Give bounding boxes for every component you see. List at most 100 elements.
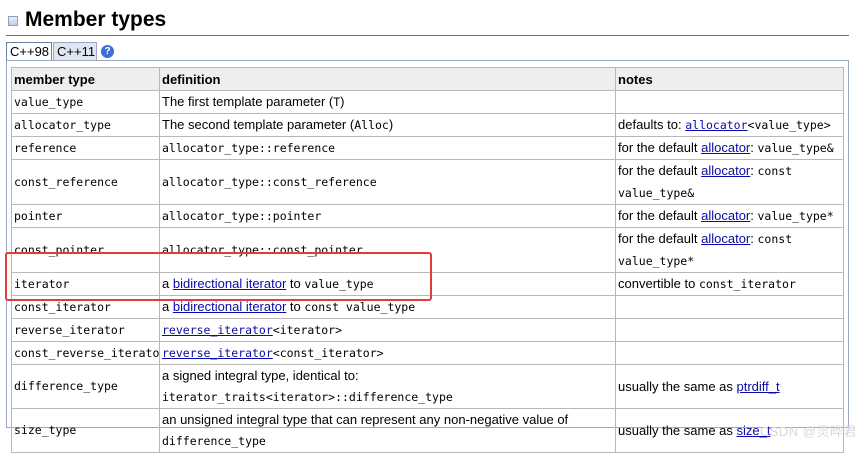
text: for the default: [618, 231, 702, 246]
cell-definition: a signed integral type, identical to: it…: [159, 364, 616, 409]
table-row: pointer allocator_type::pointer for the de…: [11, 204, 844, 228]
cell-member-type: size_type: [11, 408, 160, 453]
reference-link[interactable]: reverse_iterator: [162, 346, 273, 360]
table-row: const_reverse_iterator reverse_iterator<c…: [11, 341, 844, 365]
code-text: Alloc: [354, 118, 389, 132]
code-text: const value_type: [304, 300, 416, 314]
reference-link[interactable]: allocator: [701, 208, 750, 223]
reference-link[interactable]: bidirectional iterator: [173, 299, 286, 314]
cell-member-type: allocator_type: [11, 113, 160, 137]
cell-notes: for the default allocator: const value_t…: [615, 159, 844, 205]
cell-definition: allocator_type::const_reference: [159, 159, 616, 205]
cell-notes: usually the same as ptrdiff_t: [615, 364, 844, 409]
cell-member-type: pointer: [11, 204, 160, 228]
page-title: Member types: [25, 8, 167, 31]
code-text: allocator_type::const_reference: [162, 175, 377, 189]
cell-member-type: iterator: [11, 272, 160, 296]
code-text: <const_iterator>: [272, 346, 384, 360]
cell-notes: [615, 90, 844, 114]
cell-member-type: value_type: [11, 90, 160, 114]
text: convertible to: [618, 276, 699, 291]
text: The second template parameter (: [162, 117, 355, 132]
cell-definition: reverse_iterator<iterator>: [159, 318, 616, 342]
reference-link[interactable]: bidirectional iterator: [173, 276, 286, 291]
cell-member-type: reference: [11, 136, 160, 160]
text: to: [286, 299, 305, 314]
text: ): [340, 94, 345, 109]
cell-notes: [615, 318, 844, 342]
table-row: const_iterator a bidirectional iterator t…: [11, 295, 844, 319]
cell-member-type: reverse_iterator: [11, 318, 160, 342]
text: usually the same as: [618, 379, 737, 394]
cell-notes: convertible to const_iterator: [615, 272, 844, 296]
reference-link[interactable]: allocator: [685, 118, 747, 132]
cell-notes: for the default allocator: const value_t…: [615, 227, 844, 273]
text: for the default: [618, 163, 702, 178]
cell-member-type: const_reverse_iterator: [11, 341, 160, 365]
code-text: <iterator>: [272, 323, 343, 337]
cell-member-type: const_iterator: [11, 295, 160, 319]
cell-notes: [615, 341, 844, 365]
text: to: [286, 276, 305, 291]
text: :: [750, 140, 758, 155]
text: The first template parameter (: [162, 94, 334, 109]
cell-definition: The first template parameter (T): [159, 90, 616, 114]
text: an unsigned integral type that can repre…: [162, 412, 569, 427]
text: :: [750, 163, 758, 178]
cell-definition: reverse_iterator<const_iterator>: [159, 341, 616, 365]
table-row: iterator a bidirectional iterator to valu…: [11, 272, 844, 296]
table-row: value_type The first template parameter (…: [11, 90, 844, 114]
text: :: [750, 208, 758, 223]
column-header-definition: definition: [159, 67, 616, 91]
section-icon: [8, 16, 18, 26]
cell-notes: for the default allocator: value_type&: [615, 136, 844, 160]
column-header-notes: notes: [615, 67, 844, 91]
cell-notes: for the default allocator: value_type*: [615, 204, 844, 228]
code-text: difference_type: [162, 434, 266, 448]
code-text: allocator_type::pointer: [162, 209, 322, 223]
cell-notes: [615, 295, 844, 319]
table-row: const_reference allocator_type::const_ref…: [11, 159, 844, 205]
code-text: iterator_traits<iterator>::difference_ty…: [162, 390, 453, 404]
cell-definition: The second template parameter (Alloc): [159, 113, 616, 137]
help-icon[interactable]: ?: [101, 45, 114, 58]
section-heading: Member types: [6, 8, 849, 36]
table-row: size_type an unsigned integral type that …: [11, 408, 844, 453]
code-text: const_iterator: [698, 277, 796, 291]
cell-definition: allocator_type::pointer: [159, 204, 616, 228]
text: a signed integral type, identical to:: [162, 368, 359, 383]
code-text: value_type*: [757, 209, 834, 223]
tab-cpp98[interactable]: C++98: [6, 42, 52, 60]
reference-link[interactable]: allocator: [701, 163, 750, 178]
table-row: difference_type a signed integral type, i…: [11, 364, 844, 409]
text: for the default: [618, 140, 702, 155]
column-header-member-type: member type: [11, 67, 160, 91]
table-row: reverse_iterator reverse_iterator<iterato…: [11, 318, 844, 342]
code-text: allocator_type::const_pointer: [162, 243, 363, 257]
text: for the default: [618, 208, 702, 223]
cell-notes: defaults to: allocator<value_type>: [615, 113, 844, 137]
cell-definition: allocator_type::const_pointer: [159, 227, 616, 273]
code-text: allocator_type::reference: [162, 141, 336, 155]
code-text: value_type: [304, 277, 374, 291]
tab-cpp11[interactable]: C++11: [53, 42, 97, 60]
text: usually the same as: [618, 423, 737, 438]
text: ): [388, 117, 394, 132]
watermark: CSDN @灵晔君: [759, 424, 857, 439]
reference-link[interactable]: ptrdiff_t: [737, 379, 780, 394]
table-header-row: member type definition notes: [11, 67, 844, 91]
table-row: const_pointer allocator_type::const_point…: [11, 227, 844, 273]
table-row: allocator_type The second template parame…: [11, 113, 844, 137]
reference-link[interactable]: allocator: [701, 231, 750, 246]
table-row: reference allocator_type::reference for th…: [11, 136, 844, 160]
member-types-table: member type definition notes value_type T…: [11, 67, 844, 453]
text: :: [750, 231, 758, 246]
reference-link[interactable]: allocator: [701, 140, 750, 155]
cell-definition: an unsigned integral type that can repre…: [159, 408, 616, 453]
cell-member-type: difference_type: [11, 364, 160, 409]
reference-link[interactable]: reverse_iterator: [162, 323, 273, 337]
text: a: [162, 299, 173, 314]
cell-member-type: const_reference: [11, 159, 160, 205]
cell-definition: a bidirectional iterator to value_type: [159, 272, 616, 296]
code-text: <value_type>: [747, 118, 831, 132]
